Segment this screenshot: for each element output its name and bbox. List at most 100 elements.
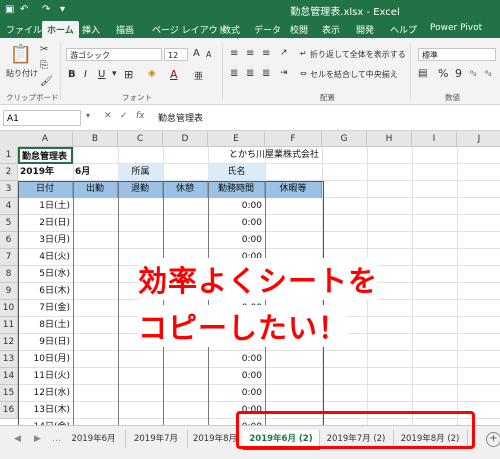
phonetic-icon[interactable]: 亜 <box>194 69 203 82</box>
work-hours-cell[interactable]: 0:00 <box>208 198 265 215</box>
cut-icon[interactable]: ✂ <box>40 44 48 55</box>
italic-button[interactable]: I <box>84 69 87 80</box>
work-hours-cell[interactable]: 0:00 <box>208 215 265 232</box>
cancel-icon[interactable]: ✕ <box>104 111 112 121</box>
tab-file[interactable]: ファイル <box>6 23 42 36</box>
cell-month[interactable]: 6月 <box>73 164 118 181</box>
column-header-e[interactable]: E <box>208 131 265 147</box>
align-right-icon[interactable]: ≣ <box>262 68 270 79</box>
tab-draw[interactable]: 描画 <box>116 23 134 36</box>
paste-icon[interactable]: 📋 <box>6 42 36 70</box>
row-header-1[interactable]: 1 <box>0 147 18 164</box>
cell-a1-title[interactable]: 勤怠管理表 <box>18 147 73 164</box>
column-header-g[interactable]: G <box>322 131 367 147</box>
table-header-3[interactable]: 休憩 <box>163 181 208 198</box>
decrease-font-icon[interactable]: A <box>206 50 211 59</box>
work-hours-cell[interactable]: 0:00 <box>208 368 265 385</box>
date-cell[interactable]: 12日(水) <box>18 385 73 402</box>
formula-input[interactable]: 勤怠管理表 <box>158 111 203 124</box>
underline-dropdown-icon[interactable]: ▾ <box>112 69 117 79</box>
tab-home[interactable]: ホーム <box>42 21 79 38</box>
font-name-select[interactable]: 游ゴシック <box>66 48 162 61</box>
cell-company-name[interactable]: とかち川屋業株式会社 <box>208 147 322 164</box>
format-painter-icon[interactable]: 🖌 <box>40 76 53 87</box>
add-sheet-button[interactable]: + <box>486 432 500 447</box>
row-header-15[interactable]: 15 <box>0 385 18 402</box>
name-box[interactable]: A1 <box>3 110 81 126</box>
tab-developer[interactable]: 開発 <box>356 23 374 36</box>
indent-icon[interactable]: ⇥ <box>280 68 288 78</box>
row-header-16[interactable]: 16 <box>0 402 18 419</box>
orientation-icon[interactable]: ↗ <box>280 48 288 58</box>
enter-icon[interactable]: ✓ <box>120 111 128 121</box>
date-cell[interactable]: 13日(木) <box>18 402 73 419</box>
comma-button[interactable]: 9 <box>455 67 462 80</box>
date-cell[interactable]: 3日(月) <box>18 232 73 249</box>
scroll-tabs-left-icon[interactable]: ◀ <box>14 434 21 444</box>
date-cell[interactable]: 7日(金) <box>18 300 73 317</box>
cell-dept-label[interactable]: 所属 <box>118 164 163 181</box>
wrap-text-icon[interactable]: ↵ <box>300 49 307 58</box>
increase-decimal-icon[interactable]: ⁰₀ <box>470 69 476 78</box>
date-cell[interactable]: 4日(火) <box>18 249 73 266</box>
date-cell[interactable]: 11日(火) <box>18 368 73 385</box>
percent-button[interactable]: % <box>438 67 448 80</box>
sheet-tab-2019-07[interactable]: 2019年7月 <box>125 430 188 448</box>
row-header-11[interactable]: 11 <box>0 317 18 334</box>
column-header-a[interactable]: A <box>18 131 73 147</box>
row-header-9[interactable]: 9 <box>0 283 18 300</box>
work-hours-cell[interactable]: 0:00 <box>208 351 265 368</box>
column-header-b[interactable]: B <box>73 131 118 147</box>
align-top-icon[interactable]: ≡ <box>230 48 238 59</box>
date-cell[interactable]: 5日(水) <box>18 266 73 283</box>
tab-help[interactable]: ヘルプ <box>390 23 417 36</box>
table-header-0[interactable]: 日付 <box>18 181 73 198</box>
currency-icon[interactable]: ▤ <box>418 68 427 79</box>
table-header-5[interactable]: 休暇等 <box>265 181 322 198</box>
column-header-f[interactable]: F <box>265 131 322 147</box>
cell-year[interactable]: 2019年 <box>18 164 73 181</box>
fill-color-icon[interactable]: ◈ <box>148 68 156 79</box>
tab-view[interactable]: 表示 <box>322 23 340 36</box>
date-cell[interactable]: 6日(木) <box>18 283 73 300</box>
font-color-icon[interactable]: A <box>170 68 178 81</box>
row-header-8[interactable]: 8 <box>0 266 18 283</box>
row-header-2[interactable]: 2 <box>0 164 18 181</box>
align-middle-icon[interactable]: ≡ <box>246 48 254 59</box>
align-bottom-icon[interactable]: ≡ <box>262 48 270 59</box>
name-box-dropdown-icon[interactable]: ▾ <box>86 111 90 120</box>
align-center-icon[interactable]: ≣ <box>246 68 254 79</box>
work-hours-cell[interactable]: 0:00 <box>208 385 265 402</box>
column-header-d[interactable]: D <box>163 131 208 147</box>
paste-button[interactable]: 貼り付け <box>6 68 38 79</box>
borders-icon[interactable]: ⊞ <box>124 68 133 81</box>
column-header-h[interactable]: H <box>367 131 412 147</box>
tab-page-layout[interactable]: ページ レイアウト <box>152 23 227 36</box>
date-cell[interactable]: 1日(土) <box>18 198 73 215</box>
date-cell[interactable]: 2日(日) <box>18 215 73 232</box>
increase-font-icon[interactable]: A <box>193 48 200 59</box>
date-cell[interactable]: 9日(日) <box>18 334 73 351</box>
tab-insert[interactable]: 挿入 <box>82 23 100 36</box>
row-header-14[interactable]: 14 <box>0 368 18 385</box>
merge-center-button[interactable]: セルを結合して中央揃え <box>310 69 398 80</box>
row-header-10[interactable]: 10 <box>0 300 18 317</box>
date-cell[interactable]: 8日(土) <box>18 317 73 334</box>
sheet-tab-2019-06[interactable]: 2019年6月 <box>62 430 126 448</box>
tab-data[interactable]: データ <box>254 23 281 36</box>
column-header-c[interactable]: C <box>118 131 163 147</box>
tab-power-pivot[interactable]: Power Pivot <box>430 23 482 33</box>
row-header-5[interactable]: 5 <box>0 215 18 232</box>
row-header-13[interactable]: 13 <box>0 351 18 368</box>
table-header-1[interactable]: 出勤 <box>73 181 118 198</box>
table-header-4[interactable]: 勤務時間 <box>208 181 265 198</box>
select-all-corner[interactable] <box>0 131 19 148</box>
font-size-select[interactable]: 12 <box>164 48 188 61</box>
row-header-6[interactable]: 6 <box>0 232 18 249</box>
number-format-select[interactable]: 標準 <box>418 48 496 61</box>
row-header-3[interactable]: 3 <box>0 181 18 198</box>
row-header-12[interactable]: 12 <box>0 334 18 351</box>
bold-button[interactable]: B <box>68 69 76 80</box>
column-header-i[interactable]: I <box>412 131 457 147</box>
wrap-text-button[interactable]: 折り返して全体を表示する <box>310 49 406 60</box>
